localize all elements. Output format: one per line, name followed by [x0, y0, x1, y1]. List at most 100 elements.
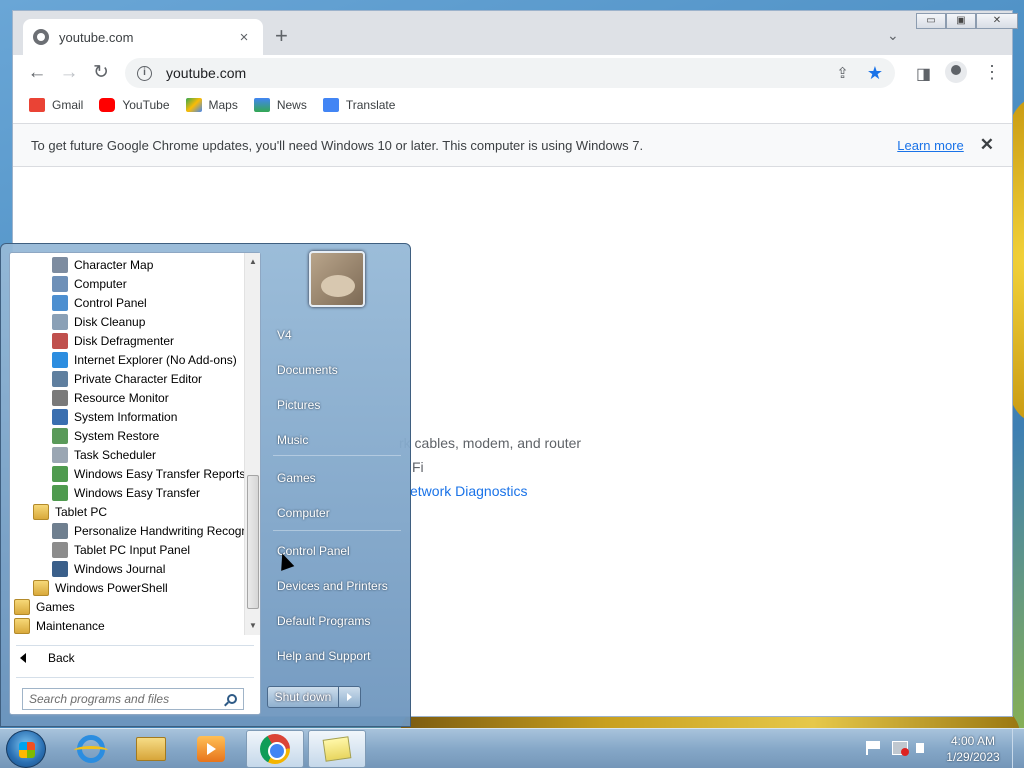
gmail-icon	[29, 98, 45, 112]
program-item[interactable]: Disk Cleanup	[10, 312, 244, 331]
clock[interactable]: 4:00 AM 1/29/2023	[942, 733, 1004, 765]
back-arrow-icon	[20, 653, 26, 663]
start-button[interactable]	[6, 730, 46, 768]
start-search-box[interactable]: Search programs and files	[22, 688, 244, 710]
close-window-button[interactable]: ✕	[976, 13, 1018, 29]
reload-button[interactable]: ↻	[89, 62, 113, 84]
search-icon[interactable]	[227, 694, 237, 704]
folder-icon	[14, 617, 30, 634]
program-item[interactable]: Private Character Editor	[10, 369, 244, 388]
start-item-music[interactable]: Music	[277, 433, 308, 447]
network-icon[interactable]	[892, 741, 909, 756]
program-item[interactable]: Tablet PC Input Panel	[10, 540, 244, 559]
start-item-default-programs[interactable]: Default Programs	[277, 614, 370, 628]
profile-avatar[interactable]	[945, 61, 967, 83]
shutdown-options-button[interactable]	[339, 686, 361, 708]
maps-icon	[185, 98, 202, 112]
program-item[interactable]: Resource Monitor	[10, 388, 244, 407]
close-tab-button[interactable]: ×	[235, 29, 253, 46]
bookmark-translate[interactable]: Translate	[322, 98, 395, 112]
back-button[interactable]: Back	[20, 651, 75, 665]
taskbar-media-player[interactable]	[182, 730, 240, 768]
tab-strip: youtube.com × + ⌄ ▭ ▣ ✕	[13, 11, 1018, 55]
programs-scrollbar[interactable]: ▲ ▼	[244, 253, 260, 635]
program-item[interactable]: Games	[10, 597, 244, 616]
easy-transfer-icon	[52, 465, 68, 482]
folder-icon	[136, 737, 166, 761]
share-icon[interactable]: ⇪	[836, 64, 849, 82]
user-picture[interactable]	[309, 251, 365, 307]
menu-icon[interactable]: ⋮	[983, 62, 1001, 83]
program-item[interactable]: Computer	[10, 274, 244, 293]
bookmark-gmail[interactable]: Gmail	[29, 98, 83, 112]
start-item-games[interactable]: Games	[277, 471, 316, 485]
program-label: Personalize Handwriting Recognition	[74, 523, 244, 538]
bookmark-youtube[interactable]: YouTube	[99, 98, 170, 112]
program-item[interactable]: Windows Easy Transfer	[10, 483, 244, 502]
program-item[interactable]: Personalize Handwriting Recognition	[10, 521, 244, 540]
back-button[interactable]: ←	[25, 62, 49, 84]
program-item[interactable]: Internet Explorer (No Add-ons)	[10, 350, 244, 369]
program-item[interactable]: Disk Defragmenter	[10, 331, 244, 350]
minimize-button[interactable]: ▭	[916, 13, 946, 29]
tab-youtube[interactable]: youtube.com ×	[23, 19, 263, 55]
start-item-user-folder[interactable]: V4	[277, 328, 292, 342]
youtube-icon	[99, 98, 116, 112]
program-label: System Restore	[74, 428, 160, 443]
program-item[interactable]: System Information	[10, 407, 244, 426]
chrome-icon	[260, 734, 290, 764]
program-label: Control Panel	[74, 295, 147, 310]
program-item[interactable]: Character Map	[10, 255, 244, 274]
program-item[interactable]: Windows Easy Transfer Reports	[10, 464, 244, 483]
program-label: Tablet PC Input Panel	[74, 542, 191, 557]
sticky-notes-icon	[322, 736, 352, 762]
disk-cleanup-icon	[52, 313, 68, 330]
start-item-pictures[interactable]: Pictures	[277, 398, 320, 412]
program-item[interactable]: Windows PowerShell	[10, 578, 244, 597]
tab-title: youtube.com	[59, 29, 134, 45]
network-diagnostics-link[interactable]: etwork Diagnostics	[410, 483, 528, 499]
program-item[interactable]: Maintenance	[10, 616, 244, 635]
scroll-down-icon[interactable]: ▼	[249, 621, 257, 630]
start-item-devices-printers[interactable]: Devices and Printers	[277, 579, 388, 593]
site-info-icon[interactable]: i	[137, 65, 152, 81]
program-item[interactable]: Tablet PC	[10, 502, 244, 521]
show-desktop-button[interactable]	[1012, 729, 1024, 768]
divider	[16, 645, 254, 646]
start-item-computer[interactable]: Computer	[277, 506, 330, 520]
scrollbar-thumb[interactable]	[247, 475, 259, 609]
infobar-close-button[interactable]: ✕	[980, 135, 994, 155]
taskbar-internet-explorer[interactable]	[62, 730, 120, 768]
address-bar[interactable]: i youtube.com ⇪ ★	[125, 58, 895, 88]
program-item[interactable]: Task Scheduler	[10, 445, 244, 464]
action-center-flag-icon[interactable]	[866, 741, 882, 755]
shutdown-group: Shut down	[267, 686, 361, 708]
program-item[interactable]: Control Panel	[10, 293, 244, 312]
program-item[interactable]: System Restore	[10, 426, 244, 445]
taskbar-chrome[interactable]	[246, 730, 304, 768]
bookmark-star-icon[interactable]: ★	[867, 63, 883, 84]
side-panel-icon[interactable]: ◨	[916, 64, 931, 84]
start-item-help-support[interactable]: Help and Support	[277, 649, 370, 663]
easy-transfer-icon	[52, 484, 68, 501]
program-item[interactable]: Windows Journal	[10, 559, 244, 578]
program-label: Private Character Editor	[74, 371, 203, 386]
taskbar: 4:00 AM 1/29/2023	[0, 728, 1024, 768]
start-item-documents[interactable]: Documents	[277, 363, 338, 377]
scroll-up-icon[interactable]: ▲	[249, 257, 257, 266]
url-text[interactable]: youtube.com	[166, 65, 818, 81]
new-tab-button[interactable]: +	[275, 25, 288, 47]
learn-more-link[interactable]: Learn more	[897, 138, 963, 153]
maximize-button[interactable]: ▣	[946, 13, 976, 29]
bookmark-maps[interactable]: Maps	[185, 98, 238, 112]
bookmark-news[interactable]: News	[253, 98, 307, 112]
forward-button[interactable]: →	[57, 62, 81, 84]
charmap-icon	[52, 256, 68, 273]
tab-search-button[interactable]: ⌄	[887, 27, 899, 44]
volume-muted-icon[interactable]	[916, 741, 932, 755]
taskbar-windows-explorer[interactable]	[122, 730, 180, 768]
shutdown-button[interactable]: Shut down	[267, 686, 339, 708]
folder-icon	[14, 598, 30, 615]
program-label: Windows Easy Transfer Reports	[74, 466, 244, 481]
taskbar-sticky-notes[interactable]	[308, 730, 366, 768]
